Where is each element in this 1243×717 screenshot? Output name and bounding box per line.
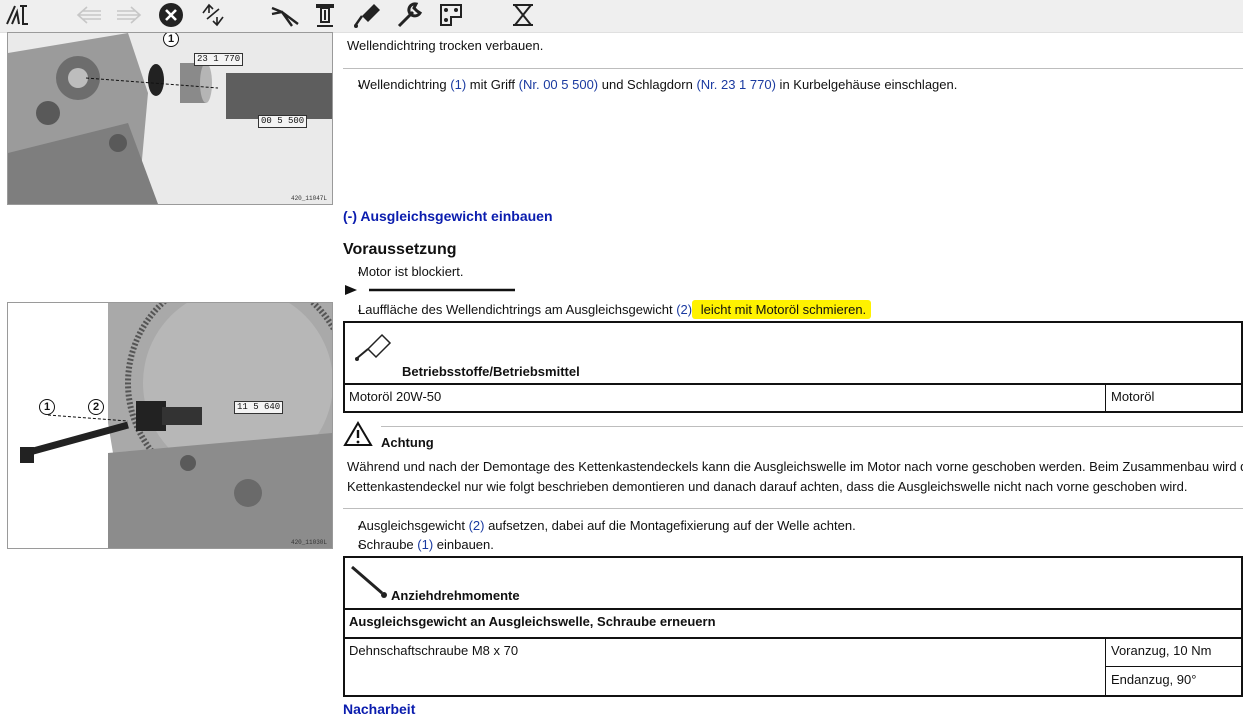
table-header: Anziehdrehmomente bbox=[391, 588, 520, 603]
step-text: Ausgleichsgewicht (2) aufsetzen, dabei a… bbox=[358, 518, 856, 533]
warning-text: Kettenkastendeckel nur wie folgt beschri… bbox=[347, 479, 1188, 494]
tool-callout: 00 5 500 bbox=[258, 115, 308, 128]
link-screw-ref[interactable]: (1) bbox=[417, 537, 433, 552]
table-rule bbox=[1105, 384, 1106, 412]
section-title: Nacharbeit bbox=[343, 701, 416, 717]
figure-number-label: 1 bbox=[39, 399, 55, 415]
oil-can-icon[interactable] bbox=[352, 1, 382, 29]
table-subheader: Ausgleichsgewicht an Ausgleichswelle, Sc… bbox=[349, 614, 716, 629]
app-logo-icon[interactable] bbox=[2, 1, 32, 29]
text-line: Wellendichtring trocken verbauen. bbox=[347, 38, 544, 53]
arrow-marker-icon bbox=[345, 285, 515, 295]
table-cell: Endanzug, 90° bbox=[1111, 672, 1197, 687]
back-arrow-icon[interactable] bbox=[74, 1, 104, 29]
warning-text: Während und nach der Demontage des Kette… bbox=[347, 459, 1243, 474]
warning-icon bbox=[343, 421, 373, 446]
template-tool-icon[interactable] bbox=[436, 1, 466, 29]
prerequisite-text: Motor ist blockiert. bbox=[358, 264, 464, 279]
figure-id: 420_11030L bbox=[290, 539, 327, 546]
figure-shaft-seal: 1 23 1 770 00 5 500 420_11047L bbox=[7, 32, 333, 205]
table-rule bbox=[1105, 666, 1243, 667]
pliers-icon[interactable] bbox=[270, 1, 300, 29]
torque-wrench-icon bbox=[351, 565, 387, 598]
refresh-icon[interactable] bbox=[198, 1, 228, 29]
wrench-icon[interactable] bbox=[394, 1, 424, 29]
link-tool-drift[interactable]: (Nr. 23 1 770) bbox=[696, 77, 776, 92]
figure-balance-weight: 1 2 11 5 640 420_11030L bbox=[7, 302, 333, 549]
section-title: (-) Ausgleichsgewicht einbauen bbox=[343, 208, 553, 224]
link-seal-ref[interactable]: (1) bbox=[450, 77, 466, 92]
oil-can-icon bbox=[355, 333, 392, 361]
table-cell: Voranzug, 10 Nm bbox=[1111, 643, 1212, 658]
divider bbox=[381, 426, 1243, 427]
link-tool-handle[interactable]: (Nr. 00 5 500) bbox=[519, 77, 599, 92]
divider bbox=[343, 508, 1243, 509]
forward-arrow-icon[interactable] bbox=[114, 1, 144, 29]
press-tool-icon[interactable] bbox=[310, 1, 340, 29]
divider bbox=[343, 68, 1243, 69]
link-weight-ref[interactable]: (2) bbox=[676, 302, 692, 317]
table-rule bbox=[343, 637, 1243, 639]
special-tool-icon[interactable] bbox=[508, 1, 538, 29]
tool-callout: 11 5 640 bbox=[234, 401, 284, 414]
table-cell: Motoröl 20W-50 bbox=[349, 389, 442, 404]
table-cell: Motoröl bbox=[1111, 389, 1155, 404]
step-text: Wellendichtring (1) mit Griff (Nr. 00 5 … bbox=[358, 77, 958, 92]
step-text: Lauffläche des Wellendichtrings am Ausgl… bbox=[358, 300, 872, 319]
step-text: Schraube (1) einbauen. bbox=[358, 537, 494, 552]
table-header: Betriebsstoffe/Betriebsmittel bbox=[402, 364, 580, 379]
warning-title: Achtung bbox=[381, 435, 434, 450]
prerequisite-heading: Voraussetzung bbox=[343, 241, 457, 258]
table-rule bbox=[343, 608, 1243, 610]
close-icon[interactable] bbox=[156, 1, 186, 29]
table-cell: Dehnschaftschraube M8 x 70 bbox=[349, 643, 519, 658]
toolbar bbox=[0, 0, 1243, 33]
link-weight-ref[interactable]: (2) bbox=[469, 518, 485, 533]
table-rule bbox=[343, 383, 1243, 385]
figure-number-label: 2 bbox=[88, 399, 104, 415]
table-rule bbox=[1105, 638, 1106, 696]
tool-callout: 23 1 770 bbox=[194, 53, 244, 66]
figure-id: 420_11047L bbox=[290, 195, 327, 202]
